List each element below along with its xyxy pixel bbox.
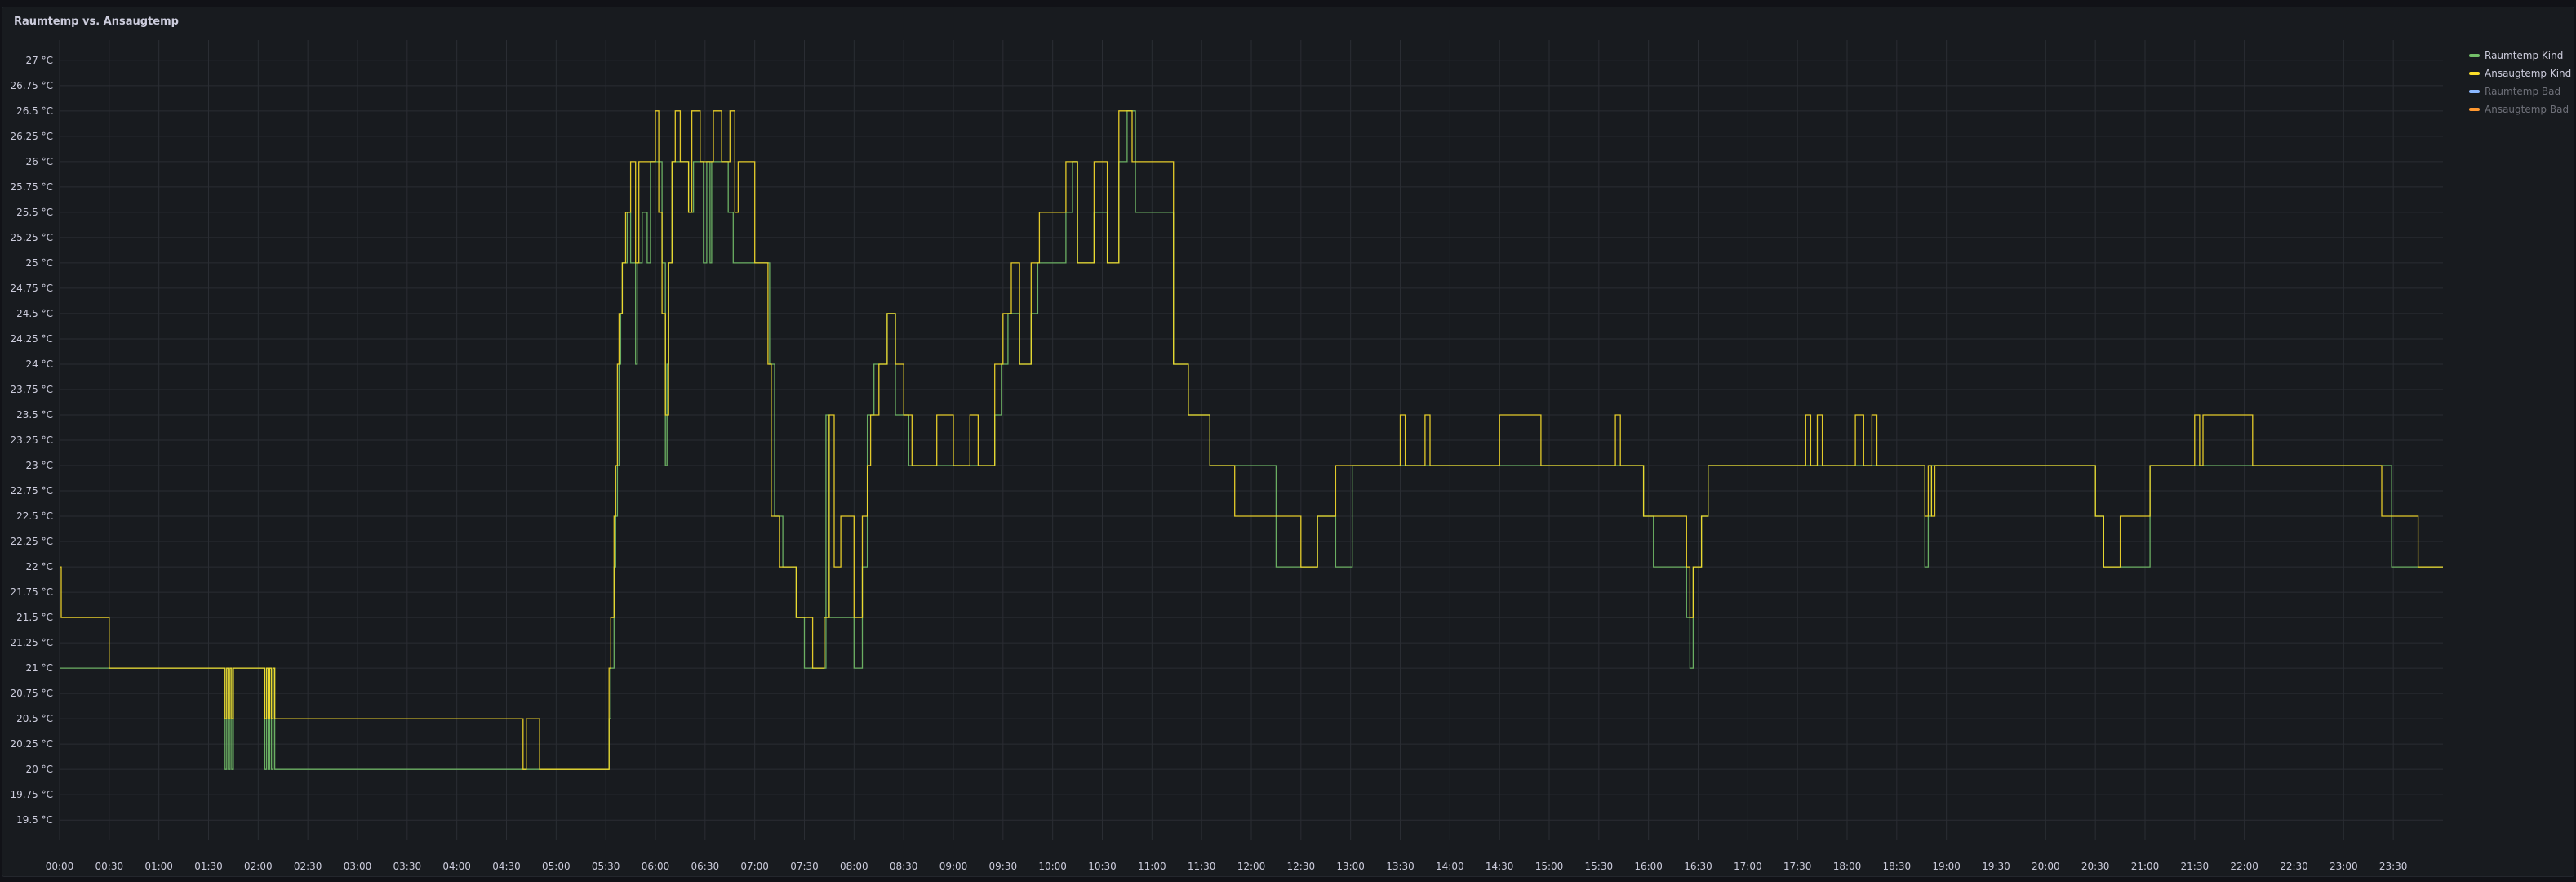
x-tick-label: 09:30 — [989, 861, 1018, 872]
x-tick-label: 17:30 — [1783, 861, 1812, 872]
x-tick-label: 21:30 — [2181, 861, 2210, 872]
y-tick-label: 19.5 °C — [16, 814, 53, 826]
x-tick-label: 13:00 — [1336, 861, 1365, 872]
y-tick-label: 25.5 °C — [16, 207, 53, 218]
x-tick-label: 04:30 — [492, 861, 521, 872]
x-tick-label: 08:00 — [840, 861, 868, 872]
y-tick-label: 23 °C — [26, 460, 53, 471]
y-tick-label: 27 °C — [26, 55, 53, 66]
x-tick-label: 07:00 — [740, 861, 769, 872]
y-tick-label: 26.5 °C — [16, 105, 53, 117]
y-tick-label: 21 °C — [26, 662, 53, 674]
x-tick-label: 02:30 — [294, 861, 322, 872]
y-tick-label: 24.75 °C — [10, 283, 53, 294]
y-tick-label: 26.25 °C — [10, 131, 53, 142]
y-tick-label: 23.75 °C — [10, 384, 53, 395]
x-tick-label: 20:30 — [2081, 861, 2110, 872]
x-tick-label: 10:30 — [1088, 861, 1117, 872]
x-tick-label: 03:30 — [393, 861, 422, 872]
legend-swatch — [2469, 72, 2480, 75]
x-tick-label: 09:00 — [939, 861, 968, 872]
x-tick-label: 04:00 — [442, 861, 471, 872]
x-tick-label: 11:00 — [1138, 861, 1166, 872]
x-tick-label: 19:30 — [1982, 861, 2010, 872]
y-tick-label: 26 °C — [26, 156, 53, 167]
legend: Raumtemp Kind Ansaugtemp Kind Raumtemp B… — [2469, 47, 2571, 118]
y-tick-label: 20.25 °C — [10, 738, 53, 750]
y-tick-label: 24.5 °C — [16, 308, 53, 319]
x-tick-label: 21:00 — [2131, 861, 2160, 872]
legend-item-ansaugtemp-bad[interactable]: Ansaugtemp Bad — [2469, 100, 2571, 118]
x-tick-label: 10:00 — [1038, 861, 1067, 872]
y-tick-label: 22.25 °C — [10, 536, 53, 547]
y-tick-label: 21.75 °C — [10, 586, 53, 598]
legend-label: Ansaugtemp Bad — [2485, 104, 2569, 115]
x-tick-label: 16:00 — [1634, 861, 1663, 872]
time-series-chart[interactable]: 19.5 °C 19.75 °C 20 °C 20.25 °C 20.5 °C 20.75… — [2, 7, 2575, 878]
y-tick-label: 22.75 °C — [10, 485, 53, 497]
x-tick-label: 03:00 — [344, 861, 372, 872]
y-tick-label: 25.25 °C — [10, 232, 53, 243]
y-tick-label: 24.25 °C — [10, 333, 53, 345]
x-tick-label: 18:30 — [1883, 861, 1912, 872]
legend-swatch — [2469, 108, 2480, 111]
x-tick-label: 15:00 — [1535, 861, 1564, 872]
y-tick-label: 19.75 °C — [10, 789, 53, 800]
y-tick-label: 20.5 °C — [16, 713, 53, 724]
y-tick-label: 21.25 °C — [10, 637, 53, 648]
y-tick-label: 21.5 °C — [16, 612, 53, 623]
x-tick-label: 14:30 — [1486, 861, 1514, 872]
x-tick-label: 05:30 — [592, 861, 620, 872]
x-tick-label: 00:30 — [95, 861, 124, 872]
x-tick-label: 19:00 — [1932, 861, 1961, 872]
y-tick-label: 24 °C — [26, 359, 53, 370]
x-tick-label: 16:30 — [1684, 861, 1712, 872]
x-tick-label: 23:30 — [2379, 861, 2408, 872]
legend-swatch — [2469, 54, 2480, 57]
y-tick-label: 25.75 °C — [10, 181, 53, 193]
y-tick-label: 20.75 °C — [10, 688, 53, 699]
y-tick-label: 22 °C — [26, 561, 53, 572]
y-tick-label: 23.25 °C — [10, 434, 53, 446]
x-tick-label: 07:30 — [790, 861, 819, 872]
legend-item-ansaugtemp-kind[interactable]: Ansaugtemp Kind — [2469, 65, 2571, 82]
x-tick-label: 14:00 — [1436, 861, 1464, 872]
x-tick-label: 22:00 — [2230, 861, 2258, 872]
y-tick-label: 25 °C — [26, 257, 53, 269]
x-tick-label: 23:00 — [2330, 861, 2358, 872]
x-tick-label: 11:30 — [1188, 861, 1216, 872]
x-tick-label: 15:30 — [1585, 861, 1614, 872]
legend-label: Raumtemp Bad — [2485, 86, 2561, 97]
x-tick-label: 06:00 — [642, 861, 670, 872]
x-tick-label: 20:00 — [2032, 861, 2060, 872]
x-tick-label: 02:00 — [244, 861, 273, 872]
x-tick-label: 17:00 — [1734, 861, 1762, 872]
x-tick-label: 12:00 — [1237, 861, 1266, 872]
y-tick-label: 22.5 °C — [16, 510, 53, 522]
legend-swatch — [2469, 90, 2480, 93]
x-tick-label: 01:30 — [194, 861, 223, 872]
x-tick-label: 18:00 — [1833, 861, 1862, 872]
x-tick-label: 12:30 — [1287, 861, 1316, 872]
legend-item-raumtemp-kind[interactable]: Raumtemp Kind — [2469, 47, 2571, 65]
legend-label: Raumtemp Kind — [2485, 50, 2564, 61]
legend-label: Ansaugtemp Kind — [2485, 68, 2572, 79]
legend-item-raumtemp-bad[interactable]: Raumtemp Bad — [2469, 82, 2571, 100]
x-tick-label: 13:30 — [1386, 861, 1415, 872]
y-tick-label: 20 °C — [26, 764, 53, 775]
x-tick-label: 00:00 — [46, 861, 74, 872]
chart-panel: Raumtemp vs. Ansaugtemp 19.5 °C 19.75 °C 2… — [2, 7, 2574, 877]
x-tick-label: 05:00 — [542, 861, 571, 872]
x-tick-label: 08:30 — [890, 861, 918, 872]
y-tick-label: 23.5 °C — [16, 409, 53, 421]
x-tick-label: 06:30 — [691, 861, 720, 872]
y-tick-label: 26.75 °C — [10, 80, 53, 91]
x-tick-label: 22:30 — [2280, 861, 2308, 872]
x-tick-label: 01:00 — [144, 861, 173, 872]
